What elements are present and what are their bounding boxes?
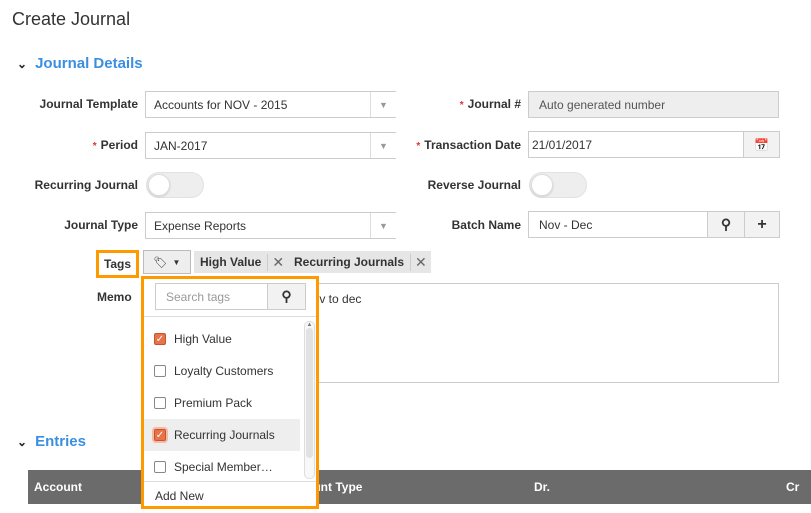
tag-chip: Recurring Journals ✕: [288, 251, 431, 273]
memo-label: Memo: [97, 290, 132, 304]
add-new-tag-link[interactable]: Add New: [155, 489, 204, 503]
date-value: 21/01/2017: [532, 137, 593, 152]
search-tags-input[interactable]: Search tags: [156, 284, 267, 309]
entries-toggle[interactable]: ⌄ Entries: [17, 433, 86, 450]
journal-template-label: Journal Template: [39, 97, 138, 111]
transaction-date-input[interactable]: 21/01/2017 📅: [528, 131, 780, 158]
search-icon[interactable]: ⚲: [267, 284, 305, 309]
caret-down-icon: ▼: [172, 257, 181, 267]
list-item[interactable]: Loyalty Customers: [144, 355, 300, 387]
item-label: Premium Pack: [174, 396, 253, 410]
page-title: Create Journal: [12, 9, 131, 29]
period-label: * Period: [92, 138, 138, 152]
recurring-journal-label: Recurring Journal: [34, 178, 138, 192]
calendar-icon[interactable]: 📅: [743, 131, 780, 158]
select-value: Accounts for NOV - 2015: [154, 97, 288, 112]
item-label: Loyalty Customers: [174, 364, 274, 378]
scrollbar-thumb[interactable]: [306, 328, 313, 458]
checkbox-icon[interactable]: [154, 461, 166, 473]
column-header-cr: Cr: [780, 470, 811, 504]
search-icon[interactable]: ⚲: [707, 211, 745, 238]
chevron-down-icon: ⌄: [17, 434, 28, 449]
list-item[interactable]: Premium Pack: [144, 387, 300, 419]
tag-dropdown-menu: Search tags ⚲ ✓ High Value Loyalty Custom…: [141, 276, 319, 509]
recurring-journal-toggle[interactable]: [146, 172, 204, 198]
chip-label: Recurring Journals: [294, 255, 405, 269]
select-value: Expense Reports: [154, 218, 247, 233]
tag-search: Search tags ⚲: [155, 283, 306, 310]
checkbox-icon[interactable]: [154, 397, 166, 409]
checkbox-icon[interactable]: [154, 365, 166, 377]
list-item[interactable]: Special Member…: [144, 451, 300, 481]
close-icon[interactable]: ✕: [410, 253, 427, 271]
journal-number-input[interactable]: Auto generated number: [528, 91, 779, 118]
chevron-down-icon: ⌄: [17, 56, 28, 71]
batch-value: Nov - Dec: [539, 217, 593, 232]
tag-dropdown-button[interactable]: 🏷 ▼: [143, 250, 191, 274]
item-label: Recurring Journals: [174, 428, 275, 442]
section-heading: Entries: [35, 433, 86, 450]
column-header-dr: Dr.: [528, 470, 780, 504]
section-heading: Journal Details: [35, 55, 143, 72]
tag-chip: High Value ✕: [194, 251, 289, 273]
reverse-journal-toggle[interactable]: [529, 172, 587, 198]
journal-number-label: * Journal #: [459, 97, 521, 111]
tag-list: ✓ High Value Loyalty Customers Premium Pa…: [144, 319, 316, 481]
batch-name-label: Batch Name: [451, 218, 521, 232]
list-item[interactable]: ✓ Recurring Journals: [144, 419, 300, 451]
transaction-date-label: * Transaction Date: [416, 138, 521, 152]
list-item[interactable]: ✓ High Value: [144, 323, 300, 355]
scrollbar[interactable]: ▲: [304, 321, 315, 479]
select-value: JAN-2017: [154, 138, 208, 153]
tags-label: Tags: [96, 250, 139, 278]
item-label: High Value: [174, 332, 232, 346]
item-label: Special Member…: [174, 460, 273, 474]
reverse-journal-label: Reverse Journal: [427, 178, 521, 192]
checkbox-checked-icon[interactable]: ✓: [154, 429, 166, 441]
journal-type-label: Journal Type: [64, 218, 138, 232]
chip-label: High Value: [200, 255, 262, 269]
batch-name-input[interactable]: Nov - Dec ⚲ +: [528, 211, 780, 238]
tag-icon: 🏷: [153, 256, 168, 269]
checkbox-checked-icon[interactable]: ✓: [154, 333, 166, 345]
add-batch-button[interactable]: +: [744, 211, 780, 238]
close-icon[interactable]: ✕: [267, 253, 284, 271]
journal-details-toggle[interactable]: ⌄ Journal Details: [17, 55, 143, 72]
